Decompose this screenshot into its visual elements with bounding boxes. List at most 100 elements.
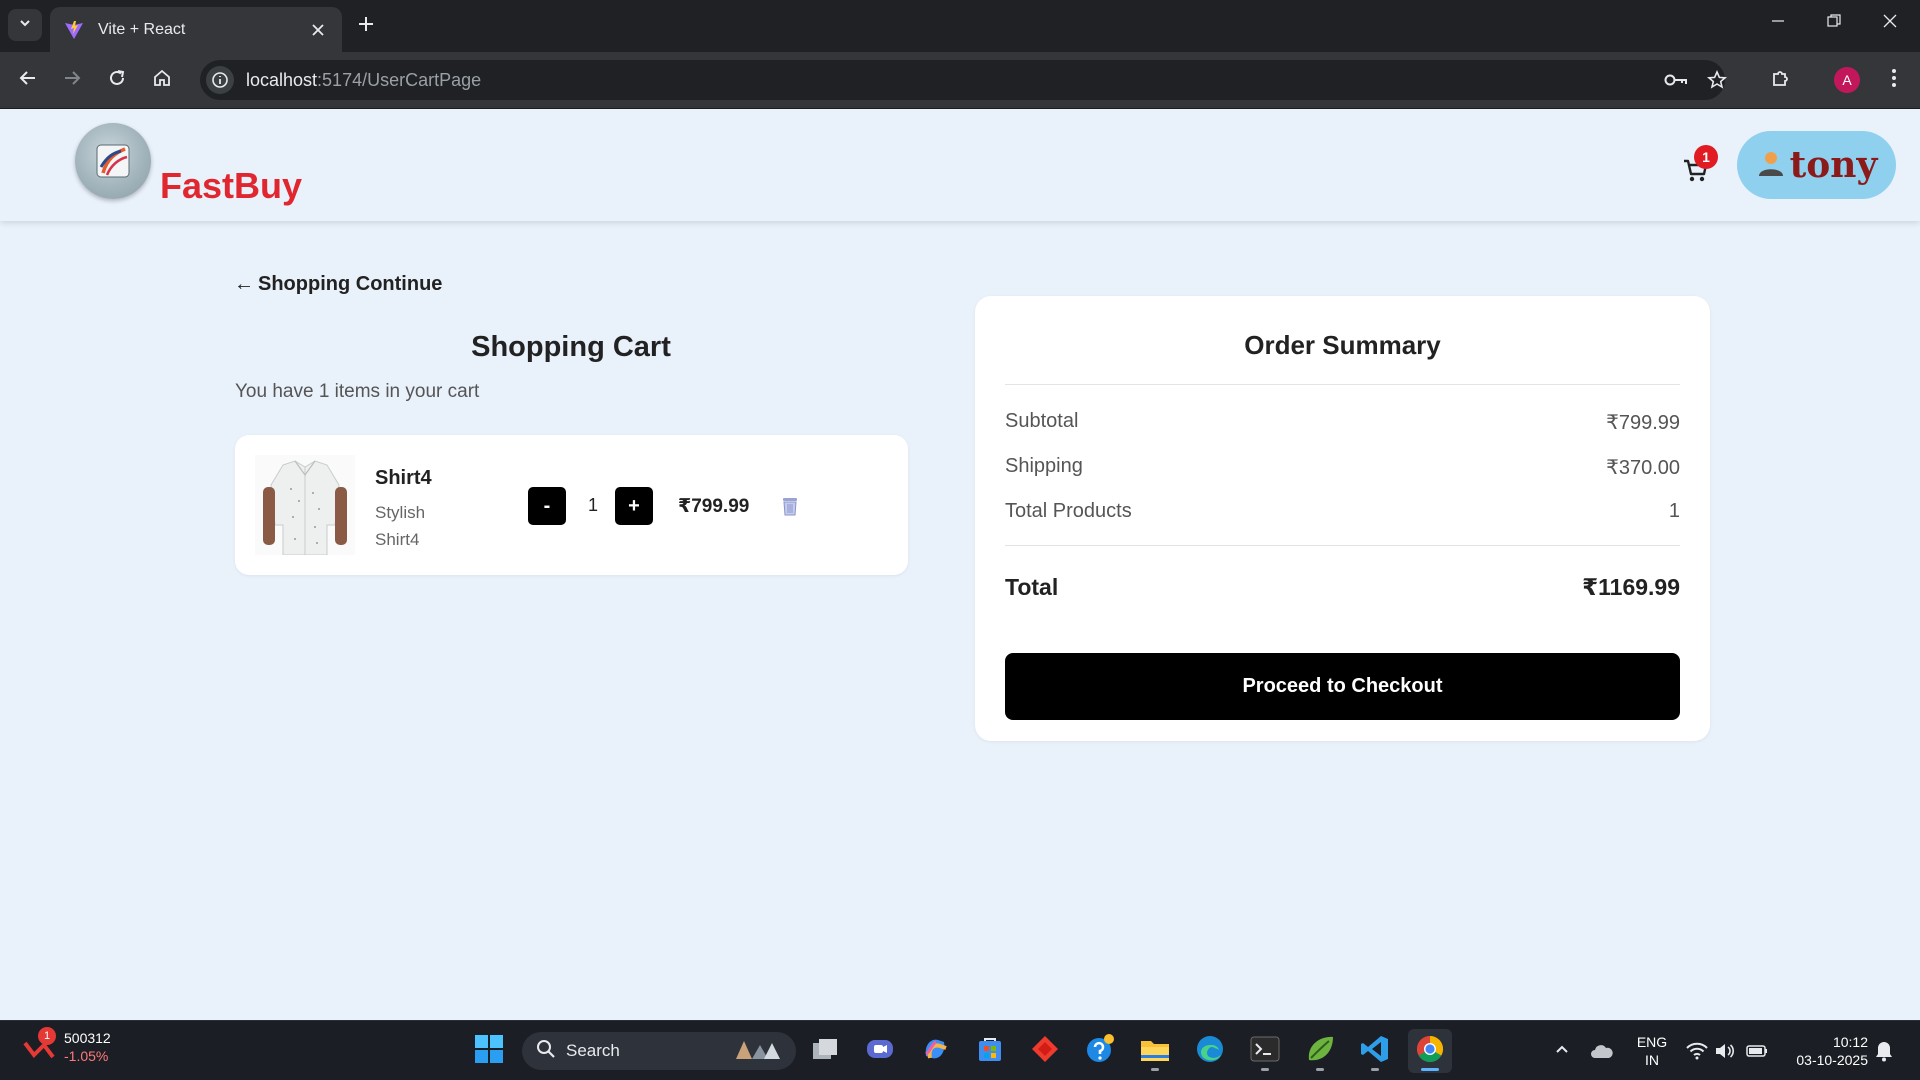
browser-tab[interactable]: Vite + React	[50, 7, 342, 52]
proceed-to-checkout-button[interactable]: Proceed to Checkout	[1005, 653, 1680, 720]
close-window-button[interactable]	[1862, 0, 1918, 46]
copilot-app[interactable]	[913, 1029, 957, 1073]
notifications-icon[interactable]	[1872, 1039, 1896, 1063]
language-indicator[interactable]: ENG IN	[1630, 1033, 1674, 1069]
folder-icon	[1139, 1035, 1171, 1068]
stock-text: 500312 -1.05%	[64, 1029, 111, 1065]
user-icon	[1756, 148, 1786, 183]
minimize-window-button[interactable]	[1750, 0, 1806, 46]
user-name: tony	[1789, 144, 1878, 186]
clock[interactable]: 10:12 03-10-2025	[1776, 1033, 1876, 1069]
star-bookmark-icon[interactable]	[1703, 66, 1731, 94]
new-tab-button[interactable]	[352, 12, 380, 40]
fastbuy-logo[interactable]	[75, 123, 151, 199]
page-content: FastBuy 1 tony ← Shopping Continue Shoppi…	[0, 109, 1920, 1020]
chevron-down-icon	[18, 16, 32, 35]
copilot-icon	[920, 1034, 950, 1069]
extensions-button[interactable]	[1763, 62, 1799, 98]
vite-logo-icon	[62, 18, 86, 42]
running-indicator	[1371, 1068, 1379, 1071]
search-highlight-icon	[730, 1035, 786, 1068]
cart-item: Shirt4 Stylish Shirt4 - 1 + ₹799.99	[235, 435, 908, 575]
video-camera-icon	[865, 1036, 895, 1067]
password-key-icon[interactable]	[1662, 66, 1690, 94]
continue-shopping-link[interactable]: ← Shopping Continue	[234, 273, 442, 296]
running-indicator	[1151, 1068, 1159, 1071]
decrease-quantity-button[interactable]: -	[528, 487, 566, 525]
stock-change: -1.05%	[64, 1048, 109, 1064]
task-view-icon	[811, 1037, 839, 1066]
total-products-value: 1	[1668, 500, 1680, 522]
wifi-icon[interactable]	[1685, 1039, 1709, 1063]
total-products-row: Total Products 1	[1005, 500, 1680, 523]
product-name: Shirt4	[375, 467, 432, 489]
profile-button[interactable]: A	[1829, 62, 1865, 98]
subtotal-label: Subtotal	[1005, 410, 1079, 432]
close-tab-icon[interactable]	[306, 18, 330, 42]
continue-shopping-label: Shopping Continue	[258, 273, 443, 295]
order-summary-title: Order Summary	[1244, 330, 1441, 360]
increase-quantity-button[interactable]: +	[615, 487, 653, 525]
quantity-value: 1	[587, 495, 598, 515]
show-hidden-icons-button[interactable]	[1550, 1039, 1574, 1063]
onedrive-icon[interactable]	[1590, 1039, 1614, 1063]
forward-button[interactable]	[54, 62, 90, 98]
volume-icon[interactable]	[1713, 1039, 1737, 1063]
vscode-icon	[1360, 1034, 1390, 1069]
home-icon	[152, 68, 172, 93]
cart-count-badge: 1	[1694, 145, 1718, 169]
spring-tools-app[interactable]	[1298, 1029, 1342, 1073]
site-info-icon[interactable]	[206, 66, 234, 94]
chevron-up-icon	[1554, 1041, 1570, 1062]
stock-widget[interactable]: 1 500312 -1.05%	[22, 1027, 111, 1065]
taskbar-search[interactable]: Search	[522, 1032, 796, 1070]
terminal-app[interactable]	[1243, 1029, 1287, 1073]
region-code: IN	[1645, 1052, 1659, 1068]
restore-window-button[interactable]	[1806, 0, 1862, 46]
tab-search-button[interactable]	[8, 9, 42, 41]
running-indicator	[1261, 1068, 1269, 1071]
windows-logo-icon	[474, 1034, 504, 1069]
task-view-button[interactable]	[803, 1029, 847, 1073]
url-path: :5174/UserCartPage	[317, 69, 482, 90]
trash-icon	[783, 498, 797, 516]
user-menu-button[interactable]: tony	[1737, 131, 1896, 199]
teams-meet-app[interactable]	[858, 1029, 902, 1073]
file-explorer-app[interactable]	[1133, 1029, 1177, 1073]
remove-item-button[interactable]	[779, 495, 801, 517]
shipping-value: ₹370.00	[1606, 457, 1680, 479]
arrow-left-icon: ←	[234, 273, 254, 295]
close-icon	[1883, 14, 1897, 33]
spring-leaf-icon	[1305, 1034, 1335, 1069]
edge-icon	[1195, 1034, 1225, 1069]
search-label: Search	[566, 1041, 620, 1060]
stock-value: 500312	[64, 1030, 111, 1046]
browser-menu-button[interactable]	[1876, 62, 1912, 98]
chrome-app[interactable]	[1408, 1029, 1452, 1073]
microsoft-store-app[interactable]	[968, 1029, 1012, 1073]
product-image[interactable]	[255, 455, 355, 556]
subtotal-row: Subtotal ₹799.99	[1005, 410, 1680, 435]
clock-date: 03-10-2025	[1796, 1052, 1868, 1068]
running-indicator	[1316, 1068, 1324, 1071]
more-vertical-icon	[1891, 68, 1897, 93]
help-app[interactable]	[1078, 1029, 1122, 1073]
home-button[interactable]	[144, 62, 180, 98]
vscode-app[interactable]	[1353, 1029, 1397, 1073]
url-host: localhost	[246, 69, 318, 90]
url-text: localhost:5174/UserCartPage	[246, 70, 481, 91]
reload-button[interactable]	[99, 62, 135, 98]
address-bar[interactable]: localhost:5174/UserCartPage	[200, 60, 1727, 100]
battery-icon[interactable]	[1745, 1039, 1769, 1063]
shipping-label: Shipping	[1005, 455, 1083, 477]
brand-name[interactable]: FastBuy	[160, 165, 302, 207]
anydesk-app[interactable]	[1023, 1029, 1067, 1073]
cart-title: Shopping Cart	[471, 331, 671, 363]
terminal-icon	[1250, 1036, 1280, 1067]
back-button[interactable]	[10, 62, 46, 98]
taskbar: 1 500312 -1.05% Search ENG IN 10:12 03-1…	[0, 1020, 1920, 1080]
edge-app[interactable]	[1188, 1029, 1232, 1073]
active-indicator	[1421, 1068, 1439, 1071]
start-button[interactable]	[467, 1029, 511, 1073]
total-products-label: Total Products	[1005, 500, 1132, 522]
